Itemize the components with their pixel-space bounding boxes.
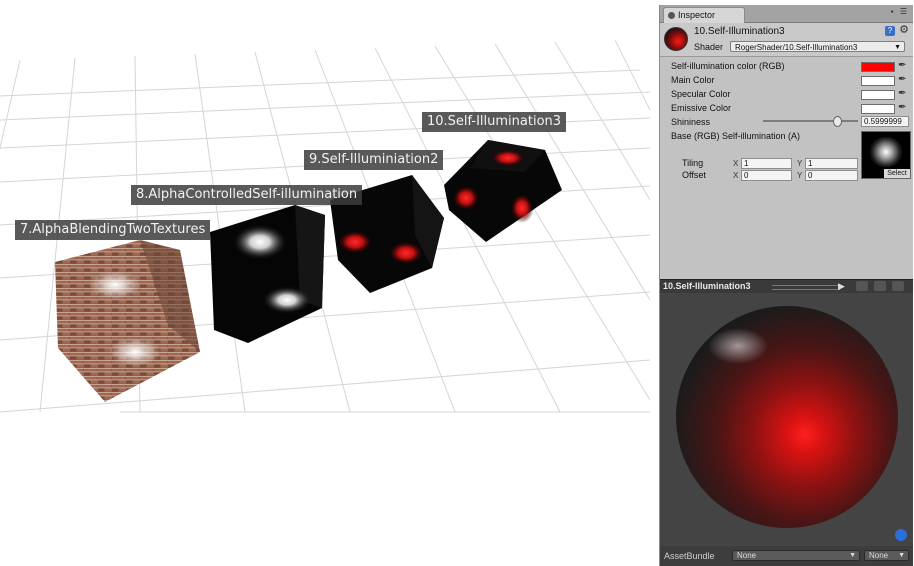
shader-label: Shader xyxy=(694,42,724,52)
tiling-label: Tiling xyxy=(682,158,704,168)
specular-color-swatch[interactable] xyxy=(861,90,895,100)
cube-alpha-controlled[interactable] xyxy=(210,205,325,343)
base-texture-label: Base (RGB) Self-illumination (A) xyxy=(671,131,801,141)
scene-label-10: 10.Self-Illumination3 xyxy=(422,112,567,132)
material-header: 10.Self-Illumination3 ? ⚙ Shader RogerSh… xyxy=(660,23,913,57)
play-icon[interactable]: ▶ xyxy=(838,281,845,292)
specular-color-label: Specular Color xyxy=(671,89,731,99)
inspector-icon xyxy=(668,12,675,19)
preview-settings-icon[interactable] xyxy=(892,281,904,291)
texture-thumbnail xyxy=(869,137,903,167)
emissive-color-swatch[interactable] xyxy=(861,104,895,114)
eyedropper-icon[interactable]: ✒ xyxy=(898,103,908,113)
preview-drag-handle[interactable] xyxy=(772,285,840,290)
inspector-tabbar: Inspector ▪ ☰ xyxy=(660,5,913,23)
texture-select-button[interactable]: Select xyxy=(884,169,910,178)
material-preview[interactable] xyxy=(660,293,913,546)
preview-title: 10.Self-Illumination3 xyxy=(663,281,751,291)
tiling-y-field[interactable]: 1 xyxy=(805,158,858,169)
scene-view[interactable]: 7.AlphaBlendingTwoTextures 8.AlphaContro… xyxy=(0,0,650,566)
shader-dropdown[interactable]: RogerShader/10.Self-Illumination3 ▼ xyxy=(730,41,905,52)
inspector-panel: Inspector ▪ ☰ 10.Self-Illumination3 ? ⚙ … xyxy=(659,5,913,566)
window-menu-icon[interactable]: ▪ ☰ xyxy=(891,7,909,16)
shader-value: RogerShader/10.Self-Illumination3 xyxy=(735,43,858,52)
emissive-color-label: Emissive Color xyxy=(671,103,732,113)
material-name: 10.Self-Illumination3 xyxy=(694,26,785,37)
material-properties: Self-illumination color (RGB) ✒ Main Col… xyxy=(660,57,913,279)
tab-inspector[interactable]: Inspector xyxy=(663,7,745,23)
self-illum-color-swatch[interactable] xyxy=(861,62,895,72)
main-color-swatch[interactable] xyxy=(861,76,895,86)
scene-canvas[interactable] xyxy=(0,0,650,566)
gear-icon[interactable]: ⚙ xyxy=(899,25,909,36)
tiling-x-label: X xyxy=(733,159,739,168)
tab-inspector-label: Inspector xyxy=(678,10,716,20)
eyedropper-icon[interactable]: ✒ xyxy=(898,61,908,71)
asset-bundle-dropdown[interactable]: None ▼ xyxy=(732,550,860,561)
main-color-label: Main Color xyxy=(671,75,715,85)
offset-x-field[interactable]: 0 xyxy=(741,170,792,181)
tiling-x-field[interactable]: 1 xyxy=(741,158,792,169)
shininess-value-field[interactable]: 0.5999999 xyxy=(861,116,909,127)
eyedropper-icon[interactable]: ✒ xyxy=(898,75,908,85)
asset-bundle-bar: AssetBundle None ▼ None ▼ xyxy=(660,546,913,566)
light-toggle-icon[interactable] xyxy=(874,281,886,291)
help-icon[interactable]: ? xyxy=(885,26,895,36)
shininess-label: Shininess xyxy=(671,117,711,127)
sphere-preview-icon[interactable] xyxy=(856,281,868,291)
self-illum-color-label: Self-illumination color (RGB) xyxy=(671,61,785,71)
scene-label-9: 9.Self-Illuminiation2 xyxy=(304,150,444,170)
chevron-down-icon: ▼ xyxy=(894,44,901,51)
offset-y-label: Y xyxy=(797,171,803,180)
material-thumbnail xyxy=(664,27,688,51)
shininess-slider-handle[interactable] xyxy=(833,116,843,127)
scene-label-8: 8.AlphaControlledSelf-illumination xyxy=(131,185,363,205)
offset-x-label: X xyxy=(733,171,739,180)
asset-bundle-value: None xyxy=(737,551,757,560)
tag-icon[interactable] xyxy=(895,529,907,541)
shininess-slider-track[interactable] xyxy=(763,120,858,122)
asset-variant-value: None xyxy=(869,551,889,560)
scene-label-7: 7.AlphaBlendingTwoTextures xyxy=(15,220,211,240)
preview-sphere xyxy=(676,306,898,528)
eyedropper-icon[interactable]: ✒ xyxy=(898,89,908,99)
base-texture-slot[interactable]: Select xyxy=(861,131,911,179)
tiling-y-label: Y xyxy=(797,159,803,168)
preview-toolbar: 10.Self-Illumination3 ▶ xyxy=(660,279,913,293)
chevron-down-icon: ▼ xyxy=(849,552,856,559)
asset-variant-dropdown[interactable]: None ▼ xyxy=(864,550,909,561)
offset-label: Offset xyxy=(682,170,706,180)
chevron-down-icon: ▼ xyxy=(898,552,905,559)
offset-y-field[interactable]: 0 xyxy=(805,170,858,181)
cube-alpha-blending[interactable] xyxy=(55,240,200,402)
asset-bundle-label: AssetBundle xyxy=(664,551,715,561)
